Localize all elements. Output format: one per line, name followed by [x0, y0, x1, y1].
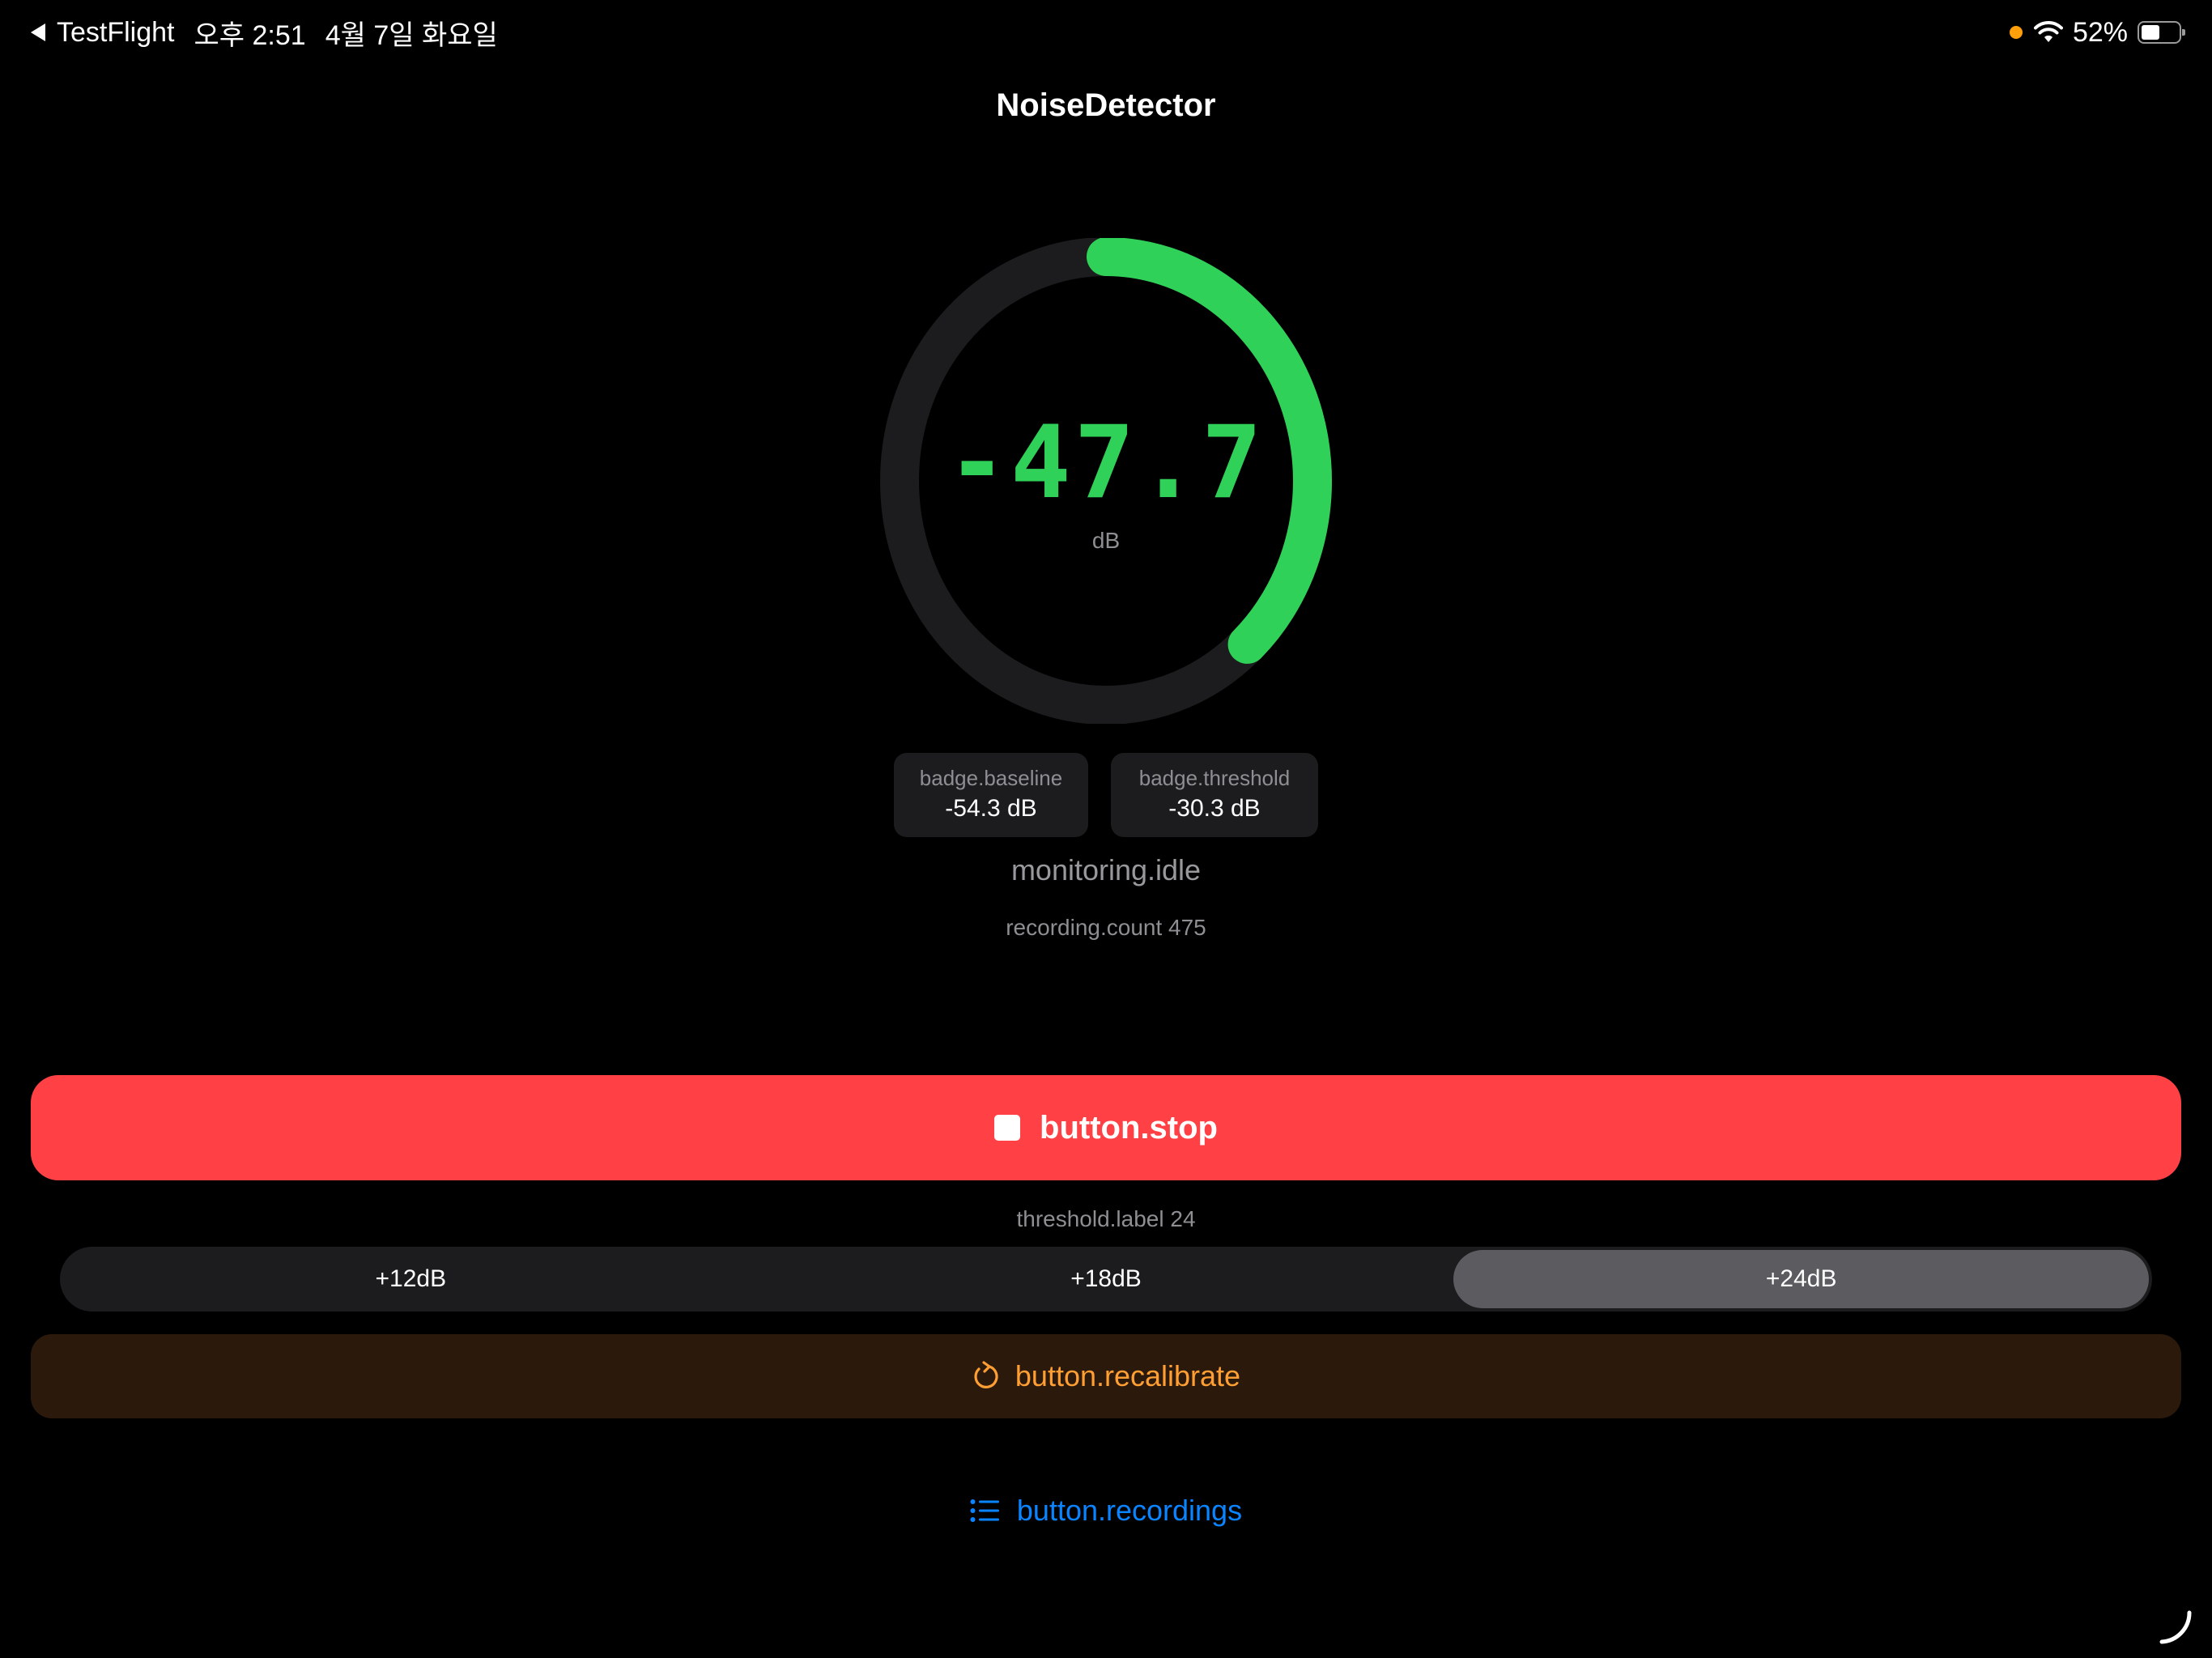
- page-title: NoiseDetector: [996, 87, 1216, 123]
- threshold-option-18db[interactable]: +18dB: [759, 1250, 1454, 1308]
- back-arrow-icon[interactable]: [31, 23, 45, 41]
- threshold-label: threshold.label 24: [1016, 1206, 1196, 1231]
- status-date: 4월 7일 화요일: [325, 19, 498, 51]
- status-time: 오후 2:51: [194, 19, 306, 51]
- baseline-badge-value: -54.3 dB: [945, 795, 1037, 822]
- threshold-badge: badge.threshold -30.3 dB: [1111, 753, 1318, 837]
- window-resize-handle-icon[interactable]: [2157, 1608, 2196, 1647]
- refresh-icon: [974, 1361, 998, 1388]
- threshold-option-24db[interactable]: +24dB: [1453, 1250, 2150, 1308]
- wifi-icon: [2033, 21, 2063, 42]
- monitoring-status: monitoring.idle: [1010, 853, 1202, 886]
- stop-icon: [994, 1115, 1021, 1141]
- battery-nub: [2182, 29, 2185, 36]
- battery-fill: [2142, 25, 2160, 40]
- mic-indicator-icon: [2009, 26, 2023, 39]
- threshold-badge-value: -30.3 dB: [1168, 795, 1261, 822]
- recalibrate-button-label: button.recalibrate: [1015, 1359, 1241, 1392]
- battery-icon: [2138, 21, 2185, 44]
- baseline-badge: badge.baseline -54.3 dB: [894, 753, 1088, 837]
- status-bar-left: TestFlight 오후 2:51 4월 7일 화요일: [31, 15, 498, 51]
- status-bar-right: 52%: [2009, 15, 2185, 50]
- stop-button[interactable]: button.stop: [31, 1075, 2181, 1180]
- back-to-app-link[interactable]: TestFlight: [57, 17, 175, 49]
- threshold-segmented-control: +12dB +18dB +24dB: [60, 1247, 2152, 1312]
- list-icon: [970, 1499, 999, 1522]
- battery-percent: 52%: [2072, 16, 2128, 48]
- threshold-badge-label: badge.threshold: [1138, 766, 1291, 790]
- recording-count: recording.count 475: [1006, 915, 1206, 940]
- decibel-unit: dB: [1091, 528, 1121, 553]
- recordings-button[interactable]: button.recordings: [0, 1485, 2212, 1537]
- decibel-value: -47.7: [946, 405, 1266, 521]
- threshold-option-12db[interactable]: +12dB: [63, 1250, 759, 1308]
- recordings-button-label: button.recordings: [1016, 1494, 1243, 1527]
- baseline-badge-label: badge.baseline: [919, 766, 1063, 790]
- recalibrate-button[interactable]: button.recalibrate: [31, 1334, 2181, 1418]
- stop-button-label: button.stop: [1040, 1109, 1218, 1146]
